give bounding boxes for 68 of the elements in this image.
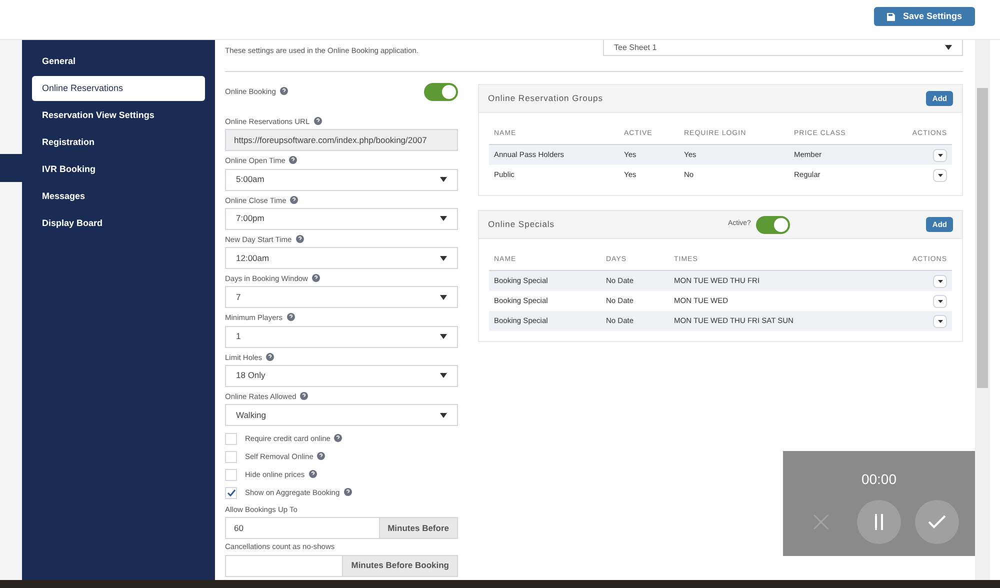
row-actions-dropdown[interactable] <box>933 168 947 182</box>
field-addon: Minutes Before <box>380 517 458 540</box>
caret-icon <box>945 45 952 50</box>
field-addon: Minutes Before Booking <box>343 554 458 576</box>
sidebar-item[interactable]: Display Board <box>32 211 205 236</box>
help-icon <box>296 234 304 243</box>
row-actions-dropdown[interactable] <box>933 294 947 308</box>
sidebar-item[interactable]: Reservation View Settings <box>32 103 205 128</box>
close-icon <box>813 514 829 530</box>
row-actions-dropdown[interactable] <box>933 274 947 288</box>
caret-icon <box>938 174 942 176</box>
sidebar-item[interactable]: Registration <box>32 130 205 155</box>
caret-icon <box>440 216 447 222</box>
toggle-switch[interactable] <box>424 83 458 101</box>
caret-icon <box>938 280 942 282</box>
toggle-switch[interactable] <box>756 216 790 234</box>
check-icon <box>226 489 236 497</box>
sidebar-item[interactable]: Online Reservations <box>32 76 205 101</box>
number-field[interactable]: 60 <box>225 517 380 540</box>
number-field[interactable] <box>225 554 344 576</box>
caret-icon <box>440 256 447 260</box>
caret-icon <box>440 294 447 300</box>
check-icon <box>928 515 946 529</box>
caret-icon <box>440 334 447 339</box>
sidebar-item[interactable]: Messages <box>32 184 205 209</box>
checkbox[interactable] <box>225 451 237 463</box>
confirm-button[interactable] <box>915 500 959 544</box>
recorder-timer: 00:00 <box>861 470 897 489</box>
caret-icon <box>938 300 942 302</box>
checkbox[interactable] <box>225 469 237 481</box>
pause-icon <box>874 514 884 530</box>
help-icon <box>289 156 298 164</box>
select-field[interactable]: 7 <box>225 286 458 308</box>
save-settings-button[interactable]: Save Settings <box>874 7 975 26</box>
help-icon <box>300 392 308 400</box>
help-icon <box>290 196 298 204</box>
checkbox[interactable] <box>225 433 237 445</box>
select-field[interactable]: 18 Only <box>225 364 458 387</box>
pause-button[interactable] <box>857 500 901 544</box>
select-field[interactable]: 5:00am <box>225 168 458 190</box>
checkbox[interactable] <box>225 487 237 499</box>
panel-title: Online Specials <box>488 218 556 231</box>
help-icon <box>312 274 320 282</box>
help-icon <box>344 488 352 496</box>
select-field[interactable]: Walking <box>225 404 458 426</box>
select-field[interactable]: 1 <box>225 326 458 348</box>
caret-icon <box>938 154 942 156</box>
select-field[interactable]: 12:00am <box>225 247 458 269</box>
caret-icon <box>440 412 447 418</box>
caret-icon <box>440 373 447 378</box>
help-icon <box>334 434 342 442</box>
select-field[interactable]: 7:00pm <box>225 208 458 230</box>
row-actions-dropdown[interactable] <box>933 314 947 328</box>
help-icon <box>314 117 322 125</box>
caret-icon <box>440 177 447 182</box>
sidebar-item[interactable]: IVR Booking <box>32 157 205 182</box>
help-icon <box>317 452 326 460</box>
row-actions-dropdown[interactable] <box>933 148 947 162</box>
help-icon <box>286 313 295 322</box>
help-icon <box>280 87 288 96</box>
save-icon <box>886 12 895 20</box>
help-icon <box>308 470 317 478</box>
tee-sheet-select[interactable]: Tee Sheet 1 <box>603 40 963 56</box>
help-icon <box>266 352 274 360</box>
caret-icon <box>938 320 942 322</box>
panel-title: Online Reservation Groups <box>488 92 604 105</box>
sidebar-item[interactable]: General <box>32 49 205 74</box>
url-field[interactable]: https://foreupsoftware.com/index.php/booking/2007 <box>225 129 458 152</box>
